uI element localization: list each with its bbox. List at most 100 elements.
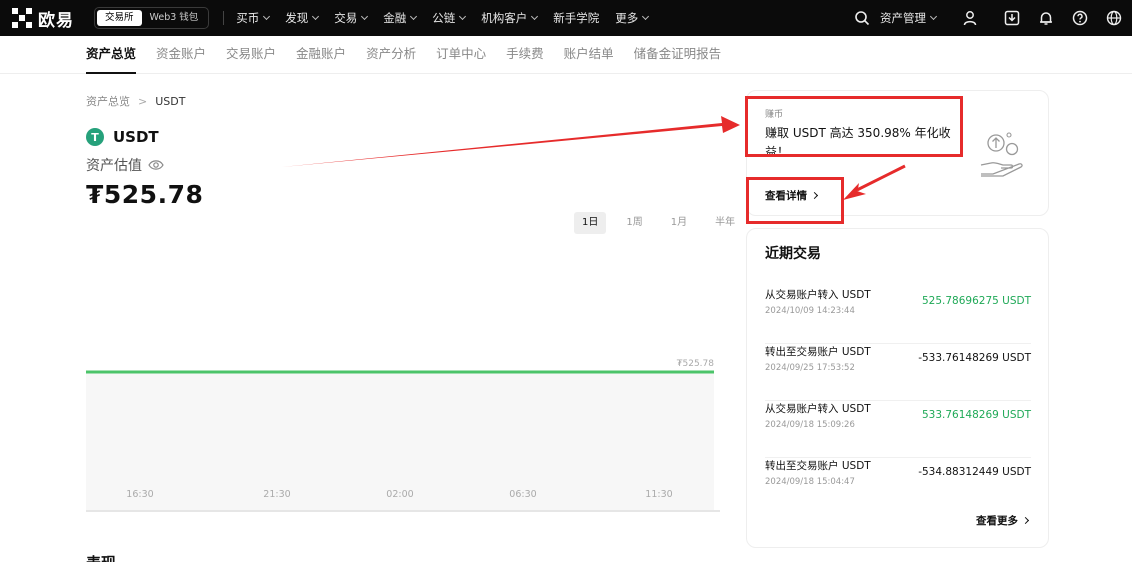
annotation-arrow-to-promo	[282, 116, 740, 167]
range-6m[interactable]: 半年	[707, 212, 743, 234]
logo[interactable]: 欧易	[12, 6, 74, 31]
transaction-name: 转出至交易账户 USDT	[765, 460, 871, 472]
view-more-link[interactable]: 查看更多	[976, 513, 1030, 528]
nav-label: 更多	[615, 11, 639, 25]
search-icon[interactable]	[854, 10, 870, 26]
tab-funding-account[interactable]: 资金账户	[156, 36, 206, 74]
bell-icon[interactable]	[1038, 10, 1054, 26]
annotation-box-view-details	[746, 177, 844, 224]
valuation-label: 资产估值	[86, 158, 142, 174]
transaction-amount: 533.76148269 USDT	[921, 409, 1031, 421]
view-more-label: 查看更多	[976, 515, 1018, 527]
chevron-down-icon	[929, 12, 938, 21]
transaction-row[interactable]: 转出至交易账户 USDT 2024/09/25 17:53:52 -533.76…	[765, 344, 1031, 401]
valuation-label-row: 资产估值	[86, 155, 164, 175]
top-navbar: 欧易 交易所 Web3 钱包 买币 发现 交易 金融 公链 机构客户 新手学院 …	[0, 0, 1132, 36]
brand-name: 欧易	[38, 10, 74, 31]
tab-proof-of-reserves[interactable]: 储备金证明报告	[634, 36, 722, 74]
nav-chain[interactable]: 公链	[432, 10, 467, 26]
nav-label: 发现	[285, 11, 309, 25]
x-tick-label: 16:30	[126, 489, 153, 500]
x-tick-label: 21:30	[263, 489, 290, 500]
breadcrumb-parent[interactable]: 资产总览	[86, 93, 130, 109]
recent-transactions-title: 近期交易	[765, 246, 821, 262]
balance-chart: ₮525.78 16:30 21:30 02:00 06:30 11:30	[86, 240, 720, 515]
user-icon[interactable]	[962, 10, 978, 26]
transaction-amount: -533.76148269 USDT	[918, 352, 1031, 364]
asset-management-menu[interactable]: 资产管理	[880, 10, 938, 26]
chevron-down-icon	[642, 12, 650, 21]
tab-order-center[interactable]: 订单中心	[436, 36, 486, 74]
transaction-row[interactable]: 从交易账户转入 USDT 2024/10/09 14:23:44 525.786…	[765, 287, 1031, 344]
nav-discover[interactable]: 发现	[285, 10, 320, 26]
nav-label: 公链	[432, 11, 456, 25]
breadcrumb: 资产总览 > USDT	[86, 93, 185, 109]
help-icon[interactable]	[1072, 10, 1088, 26]
chevron-down-icon	[263, 12, 271, 21]
transaction-time: 2024/09/18 15:09:26	[765, 420, 855, 430]
recent-transactions-card: 近期交易 从交易账户转入 USDT 2024/10/09 14:23:44 52…	[746, 228, 1049, 548]
eye-icon[interactable]	[148, 159, 164, 171]
nav-divider	[223, 11, 225, 25]
tab-statements[interactable]: 账户结单	[564, 36, 614, 74]
chevron-down-icon	[459, 12, 467, 21]
range-1w[interactable]: 1周	[618, 212, 650, 234]
performance-section-title: 表现	[86, 552, 116, 562]
top-right-actions: 资产管理	[836, 0, 1122, 36]
nav-institutional[interactable]: 机构客户	[481, 10, 539, 26]
download-icon[interactable]	[1004, 10, 1020, 26]
tether-icon: T	[86, 128, 104, 146]
asset-management-label: 资产管理	[880, 11, 926, 25]
tab-asset-analysis[interactable]: 资产分析	[366, 36, 416, 74]
nav-academy[interactable]: 新手学院	[553, 10, 599, 26]
nav-label: 机构客户	[481, 11, 528, 25]
time-range-selector: 1日 1周 1月 半年	[574, 212, 755, 234]
exchange-tab[interactable]: 交易所	[97, 10, 142, 26]
transaction-time: 2024/09/25 17:53:52	[765, 363, 855, 373]
chevron-right-icon	[1021, 516, 1030, 525]
annotation-box-promo-title	[745, 96, 963, 157]
mode-switch: 交易所 Web3 钱包	[94, 7, 210, 29]
nav-buy[interactable]: 买币	[236, 10, 271, 26]
earn-hand-coins-icon	[980, 132, 1023, 177]
chevron-down-icon	[361, 12, 369, 21]
nav-trade[interactable]: 交易	[334, 10, 369, 26]
nav-label: 交易	[334, 11, 358, 25]
balance-amount: ₮525.78	[86, 180, 204, 209]
transaction-time: 2024/09/18 15:04:47	[765, 477, 855, 487]
tab-fees[interactable]: 手续费	[506, 36, 544, 74]
transaction-row[interactable]: 从交易账户转入 USDT 2024/09/18 15:09:26 533.761…	[765, 401, 1031, 458]
x-tick-label: 06:30	[509, 489, 536, 500]
transaction-amount: 525.78696275 USDT	[921, 295, 1031, 307]
x-tick-label: 02:00	[386, 489, 413, 500]
nav-label: 买币	[236, 11, 260, 25]
chevron-down-icon	[312, 12, 320, 21]
range-1d[interactable]: 1日	[574, 212, 607, 234]
tab-trading-account[interactable]: 交易账户	[226, 36, 276, 74]
nav-label: 金融	[383, 11, 407, 25]
nav-label: 新手学院	[553, 11, 600, 25]
transaction-name: 转出至交易账户 USDT	[765, 346, 871, 358]
x-tick-label: 11:30	[645, 489, 672, 500]
nav-finance[interactable]: 金融	[383, 10, 418, 26]
okx-logo-icon	[12, 8, 32, 28]
balance-chart-svg: ₮525.78 16:30 21:30 02:00 06:30 11:30	[86, 359, 720, 512]
transaction-row[interactable]: 转出至交易账户 USDT 2024/09/18 15:04:47 -534.88…	[765, 458, 1031, 515]
globe-icon[interactable]	[1106, 10, 1122, 26]
tab-asset-overview[interactable]: 资产总览	[86, 36, 137, 74]
transaction-name: 从交易账户转入 USDT	[765, 289, 871, 301]
breadcrumb-separator: >	[138, 94, 148, 108]
range-1m[interactable]: 1月	[663, 212, 695, 234]
transaction-amount: -534.88312449 USDT	[918, 466, 1031, 478]
chart-end-value-label: ₮525.78	[677, 359, 714, 369]
account-subnav: 资产总览 资金账户 交易账户 金融账户 资产分析 订单中心 手续费 账户结单 储…	[0, 36, 1132, 74]
coin-name: USDT	[113, 128, 159, 146]
breadcrumb-current: USDT	[155, 94, 186, 108]
chevron-down-icon	[410, 12, 418, 21]
tab-finance-account[interactable]: 金融账户	[296, 36, 346, 74]
transaction-name: 从交易账户转入 USDT	[765, 403, 871, 415]
nav-more[interactable]: 更多	[615, 10, 650, 26]
main-nav: 买币 发现 交易 金融 公链 机构客户 新手学院 更多	[236, 10, 664, 26]
chevron-down-icon	[531, 12, 539, 21]
web3-wallet-tab[interactable]: Web3 钱包	[142, 10, 207, 26]
